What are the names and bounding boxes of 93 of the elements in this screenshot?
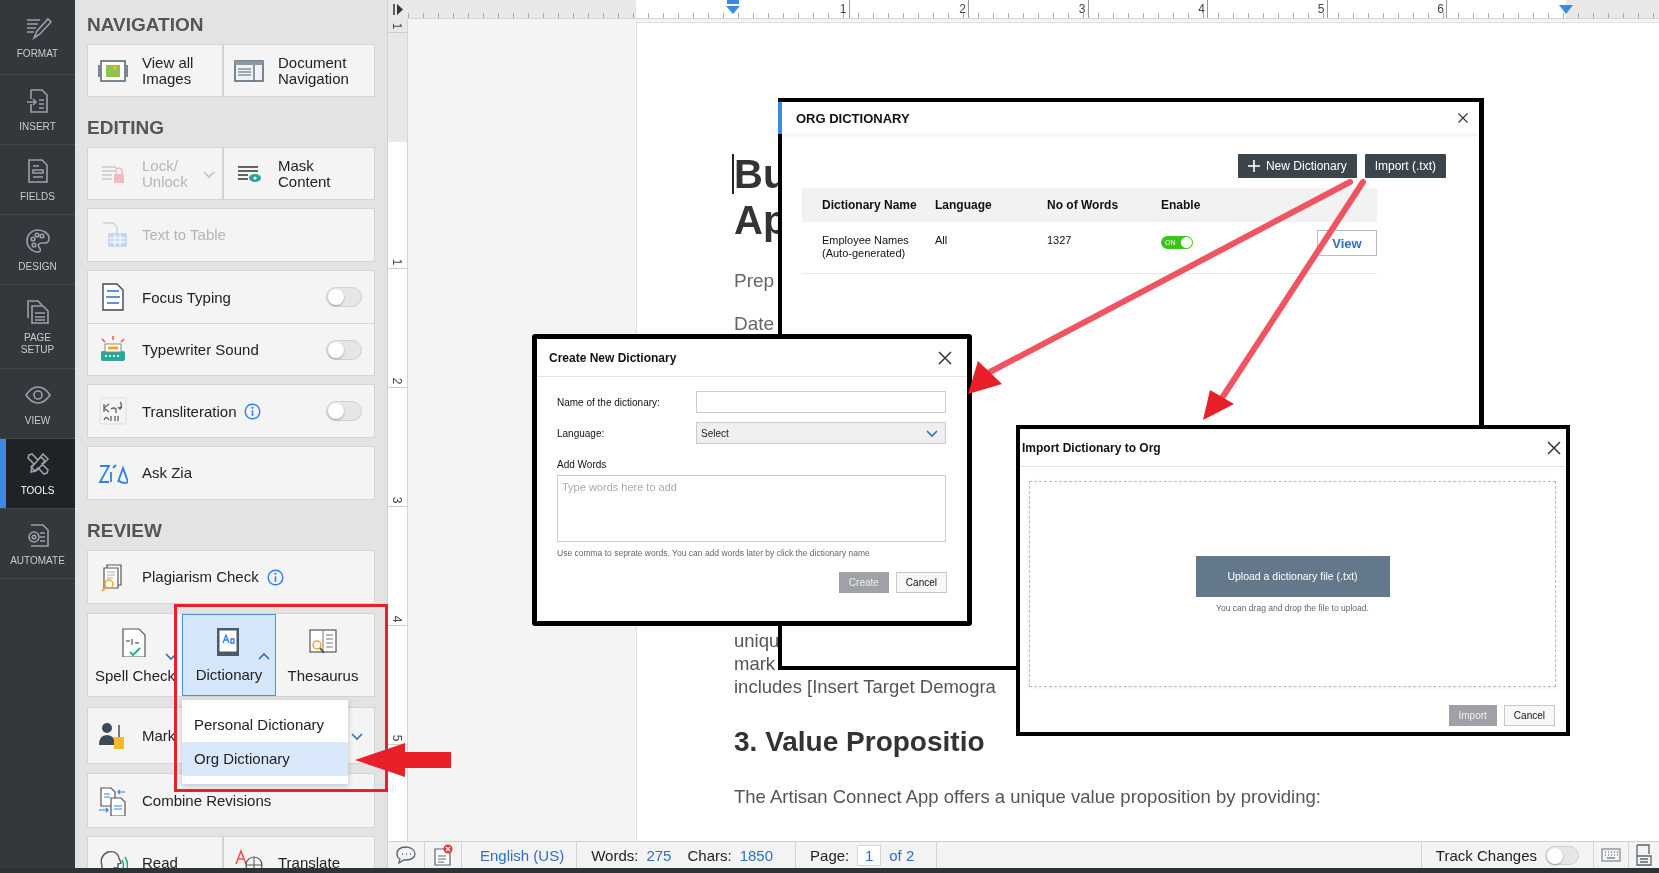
chevron-down-icon	[925, 427, 939, 439]
track-changes-label: Track Changes	[1435, 846, 1537, 864]
document-heading: 3. Value Propositio	[734, 725, 986, 759]
column-header: Language	[935, 198, 993, 212]
rail-label: VIEW	[23, 414, 52, 427]
tool-button[interactable]: Read	[87, 836, 223, 868]
field-label: Language:	[557, 427, 606, 439]
document-text: includes [Insert Target Demogra	[734, 675, 997, 698]
close-icon[interactable]	[1546, 439, 1562, 456]
tool-button[interactable]: Thesaurus	[276, 614, 370, 696]
dialog-title: Import Dictionary to Org	[1022, 440, 1161, 455]
tool-button[interactable]: Plagiarism Check	[87, 550, 375, 604]
column-header: Enable	[1161, 198, 1202, 212]
hint-text: Use comma to seprate words. You can add words later by click the dictionary name	[557, 548, 871, 558]
rail-tab[interactable]: TOOLS	[0, 439, 75, 509]
ruler-number: 4	[391, 615, 404, 623]
rail-label: AUTOMATE	[9, 554, 66, 567]
dialog-title: Create New Dictionary	[549, 350, 677, 365]
comment-icon[interactable]	[395, 845, 417, 865]
section-heading: NAVIGATION	[87, 13, 205, 37]
page-icon[interactable]	[1636, 844, 1652, 866]
script-icon	[98, 396, 128, 426]
plus-icon	[1247, 160, 1260, 172]
table-cell-text: Employee Names (Auto-generated)	[822, 234, 910, 260]
column-header: Dictionary Name	[822, 198, 918, 212]
upload-button[interactable]: Upload a dictionary file (.txt)	[1195, 555, 1390, 597]
toggle-switch[interactable]	[326, 401, 362, 421]
cancel-button[interactable]: Cancel	[895, 572, 947, 593]
ruler-number: 5	[391, 734, 404, 742]
document-text: Date	[734, 312, 776, 336]
rail-label: TOOLS	[19, 484, 56, 497]
language-dropdown[interactable]: Select	[696, 422, 946, 444]
rail-label: INSERT	[18, 120, 57, 133]
page-total: of 2	[889, 846, 915, 864]
translate-icon	[234, 847, 264, 868]
field-label: Name of the dictionary:	[557, 396, 661, 408]
tool-button[interactable]: Dictionary	[182, 614, 276, 696]
tool-label: Transliteration	[142, 402, 237, 420]
indent-marker-icon	[725, 0, 741, 14]
ruler-number: 1	[391, 22, 404, 30]
tool-button[interactable]: Document Navigation	[223, 44, 375, 97]
text-cursor	[732, 154, 734, 194]
toggle-switch[interactable]	[1545, 845, 1579, 865]
word-count: 275	[646, 846, 672, 864]
field-label: Add Words	[557, 459, 608, 470]
tool-button[interactable]: Ask Zia	[87, 446, 375, 500]
toggle-switch[interactable]	[326, 287, 362, 307]
page-field[interactable]: 1	[857, 844, 882, 866]
import-button[interactable]: Import (.txt)	[1364, 154, 1446, 178]
column-header: No of Words	[1047, 198, 1120, 212]
tool-button[interactable]: Mask Content	[223, 147, 375, 200]
document-text: uniqu	[734, 629, 781, 652]
cancel-button[interactable]: Cancel	[1503, 705, 1555, 726]
drop-zone[interactable]: Upload a dictionary file (.txt) You can drag and drop the file to upload.	[1029, 481, 1556, 687]
new-dictionary-button[interactable]: New Dictionary	[1237, 154, 1357, 178]
keyboard-icon[interactable]	[1601, 848, 1621, 862]
document-error-icon[interactable]	[432, 844, 454, 866]
palette-icon	[23, 226, 52, 255]
table-cell-text: 1327	[1047, 234, 1073, 247]
language-link[interactable]: English (US)	[480, 846, 565, 864]
section-heading: REVIEW	[87, 519, 163, 543]
toggle-switch[interactable]	[326, 339, 362, 360]
tool-button[interactable]: Spell Check	[88, 614, 182, 696]
ruler-number: 2	[391, 377, 404, 385]
tool-button[interactable]: View all Images	[87, 44, 223, 97]
rail-label: FIELDS	[19, 190, 56, 203]
char-count: 1850	[739, 846, 774, 864]
rail-label: PAGE SETUP	[19, 331, 56, 356]
close-icon[interactable]	[1457, 112, 1469, 124]
ruler-number: 1	[391, 258, 404, 266]
document-text: Prep	[734, 269, 776, 293]
tool-button[interactable]: Translate	[223, 836, 375, 868]
document-text: The Artisan Connect App offers a unique value proposition by providing:	[734, 785, 1322, 809]
page-label: Page:	[810, 846, 850, 864]
rail-label: FORMAT	[15, 48, 60, 60]
words-label: Words:	[591, 846, 639, 864]
section-heading: EDITING	[87, 116, 166, 140]
chars-label: Chars:	[687, 846, 732, 864]
hint-text: You can drag and drop the file to upload.	[1216, 602, 1369, 613]
menu-item[interactable]: Personal Dictionary	[182, 708, 348, 742]
tool-label: Focus Typing	[142, 288, 231, 306]
table-cell-text: All	[935, 234, 949, 247]
documents-arrows-icon	[98, 785, 128, 816]
text-field[interactable]	[696, 391, 946, 413]
tool-label: Typewriter Sound	[142, 341, 259, 358]
dialog-title: ORG DICTIONARY	[796, 110, 910, 126]
words-field[interactable]: Type words here to add	[557, 475, 946, 542]
ruler-number: 3	[391, 496, 404, 504]
rail-label: DESIGN	[17, 260, 58, 273]
indent-marker-icon	[1558, 3, 1574, 15]
menu-item[interactable]: Org Dictionary	[182, 742, 348, 776]
close-icon[interactable]	[937, 349, 953, 366]
document-text: mark	[734, 652, 777, 675]
